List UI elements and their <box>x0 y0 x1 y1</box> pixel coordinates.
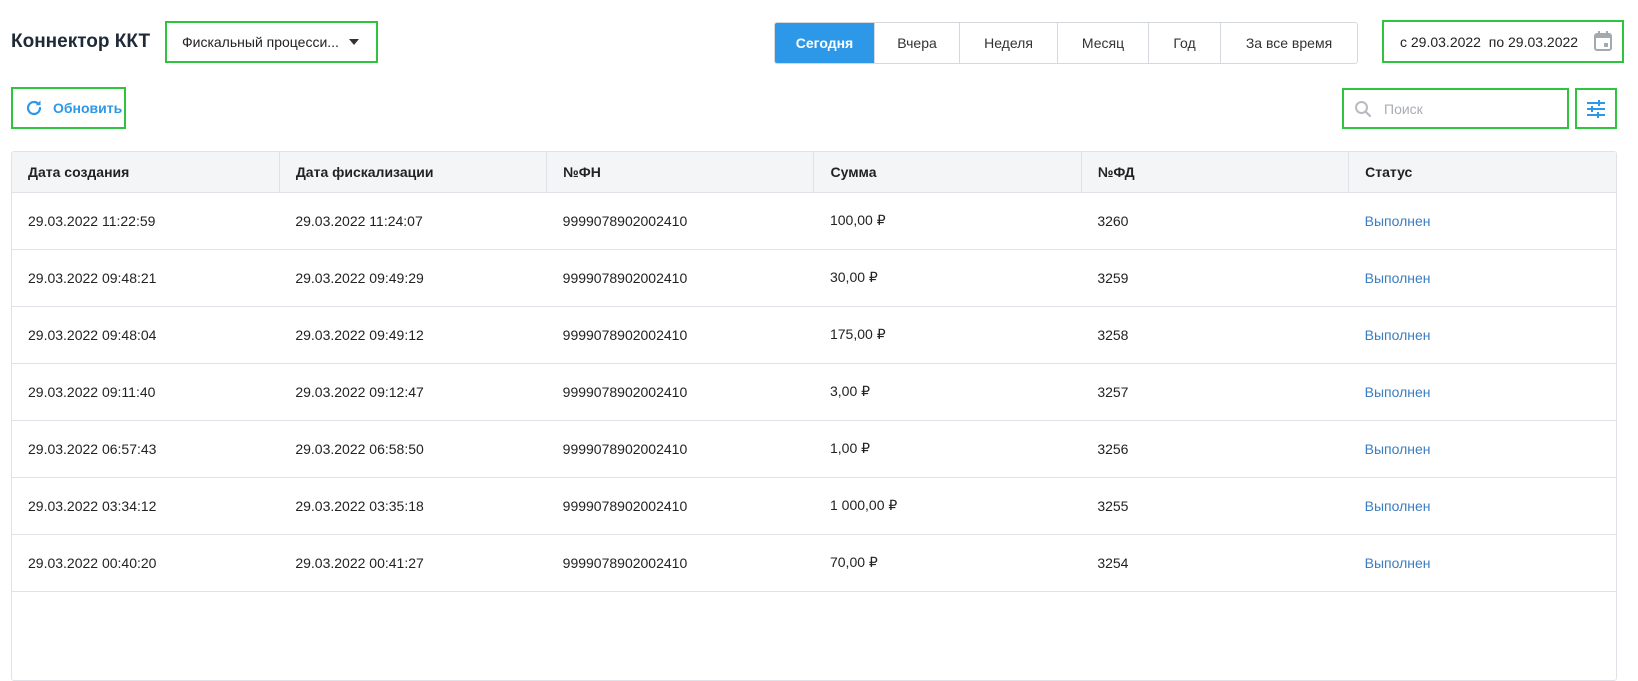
caret-down-icon <box>348 39 359 45</box>
cell-amount: 1 000,00 ₽ <box>813 477 1082 535</box>
cell-fiscalized: 29.03.2022 09:49:29 <box>279 249 547 307</box>
cell-created: 29.03.2022 00:40:20 <box>12 534 280 592</box>
cell-fiscalized: 29.03.2022 06:58:50 <box>279 420 547 478</box>
cell-fd-number: 3260 <box>1081 192 1349 250</box>
filter-button[interactable] <box>1575 88 1617 129</box>
period-month[interactable]: Месяц <box>1057 23 1148 63</box>
cell-created: 29.03.2022 09:48:21 <box>12 249 280 307</box>
date-range-value: с 29.03.2022 по 29.03.2022 <box>1400 33 1579 50</box>
search-icon <box>1355 100 1372 117</box>
table-header-row: Дата создания Дата фискализации №ФН Сумм… <box>12 152 1616 193</box>
processor-select-value: Фискальный процесси... <box>182 34 339 50</box>
cell-fd-number: 3259 <box>1081 249 1349 307</box>
column-header-status[interactable]: Статус <box>1348 152 1616 193</box>
period-year[interactable]: Год <box>1148 23 1220 63</box>
cell-amount: 100,00 ₽ <box>813 192 1082 250</box>
cell-fiscalized: 29.03.2022 09:49:12 <box>279 306 547 364</box>
cell-status[interactable]: Выполнен <box>1348 306 1616 364</box>
cell-fd-number: 3256 <box>1081 420 1349 478</box>
cell-status[interactable]: Выполнен <box>1348 534 1616 592</box>
period-week[interactable]: Неделя <box>959 23 1057 63</box>
column-header-fd-number[interactable]: №ФД <box>1081 152 1350 193</box>
cell-created: 29.03.2022 09:11:40 <box>12 363 280 421</box>
cell-status[interactable]: Выполнен <box>1348 192 1616 250</box>
cell-fiscalized: 29.03.2022 00:41:27 <box>279 534 547 592</box>
calendar-icon <box>1594 31 1612 51</box>
cell-amount: 70,00 ₽ <box>813 534 1082 592</box>
cell-fn-number: 9999078902002410 <box>546 477 814 535</box>
cell-fd-number: 3254 <box>1081 534 1349 592</box>
period-all-time[interactable]: За все время <box>1220 23 1357 63</box>
period-today[interactable]: Сегодня <box>775 23 874 63</box>
cell-created: 29.03.2022 03:34:12 <box>12 477 280 535</box>
cell-created: 29.03.2022 09:48:04 <box>12 306 280 364</box>
column-header-created[interactable]: Дата создания <box>12 152 280 193</box>
cell-status[interactable]: Выполнен <box>1348 420 1616 478</box>
cell-fn-number: 9999078902002410 <box>546 420 814 478</box>
search-box <box>1342 88 1569 129</box>
cell-fiscalized: 29.03.2022 11:24:07 <box>279 192 547 250</box>
column-header-fiscalized[interactable]: Дата фискализации <box>279 152 548 193</box>
refresh-label: Обновить <box>53 100 123 116</box>
cell-fiscalized: 29.03.2022 09:12:47 <box>279 363 547 421</box>
cell-fd-number: 3258 <box>1081 306 1349 364</box>
period-yesterday[interactable]: Вчера <box>874 23 959 63</box>
refresh-icon <box>26 100 42 116</box>
filter-sliders-icon <box>1587 99 1605 118</box>
cell-fd-number: 3255 <box>1081 477 1349 535</box>
column-header-fn-number[interactable]: №ФН <box>546 152 815 193</box>
cell-fn-number: 9999078902002410 <box>546 306 814 364</box>
processor-select[interactable]: Фискальный процесси... <box>165 21 378 63</box>
table-row[interactable]: 29.03.2022 00:40:20 29.03.2022 00:41:27 … <box>12 534 1616 592</box>
cell-amount: 3,00 ₽ <box>813 363 1082 421</box>
cell-fiscalized: 29.03.2022 03:35:18 <box>279 477 547 535</box>
table-row[interactable]: 29.03.2022 11:22:59 29.03.2022 11:24:07 … <box>12 192 1616 250</box>
cell-fn-number: 9999078902002410 <box>546 192 814 250</box>
table-row[interactable]: 29.03.2022 06:57:43 29.03.2022 06:58:50 … <box>12 420 1616 478</box>
search-input[interactable] <box>1382 99 1556 118</box>
table-row[interactable]: 29.03.2022 09:48:21 29.03.2022 09:49:29 … <box>12 249 1616 307</box>
cell-status[interactable]: Выполнен <box>1348 363 1616 421</box>
cell-amount: 175,00 ₽ <box>813 306 1082 364</box>
cell-created: 29.03.2022 06:57:43 <box>12 420 280 478</box>
table-row[interactable]: 29.03.2022 09:11:40 29.03.2022 09:12:47 … <box>12 363 1616 421</box>
cell-fn-number: 9999078902002410 <box>546 249 814 307</box>
cell-created: 29.03.2022 11:22:59 <box>12 192 280 250</box>
table-row[interactable]: 29.03.2022 03:34:12 29.03.2022 03:35:18 … <box>12 477 1616 535</box>
page-title: Коннектор ККТ <box>11 31 151 52</box>
column-header-amount[interactable]: Сумма <box>813 152 1082 193</box>
cell-status[interactable]: Выполнен <box>1348 477 1616 535</box>
documents-table: Дата создания Дата фискализации №ФН Сумм… <box>11 151 1617 681</box>
date-range-picker[interactable]: с 29.03.2022 по 29.03.2022 <box>1382 20 1624 63</box>
cell-amount: 1,00 ₽ <box>813 420 1082 478</box>
cell-amount: 30,00 ₽ <box>813 249 1082 307</box>
cell-fn-number: 9999078902002410 <box>546 534 814 592</box>
cell-status[interactable]: Выполнен <box>1348 249 1616 307</box>
period-tabs: Сегодня Вчера Неделя Месяц Год За все вр… <box>774 22 1358 64</box>
refresh-button[interactable]: Обновить <box>11 87 126 129</box>
cell-fd-number: 3257 <box>1081 363 1349 421</box>
cell-fn-number: 9999078902002410 <box>546 363 814 421</box>
table-row[interactable]: 29.03.2022 09:48:04 29.03.2022 09:49:12 … <box>12 306 1616 364</box>
